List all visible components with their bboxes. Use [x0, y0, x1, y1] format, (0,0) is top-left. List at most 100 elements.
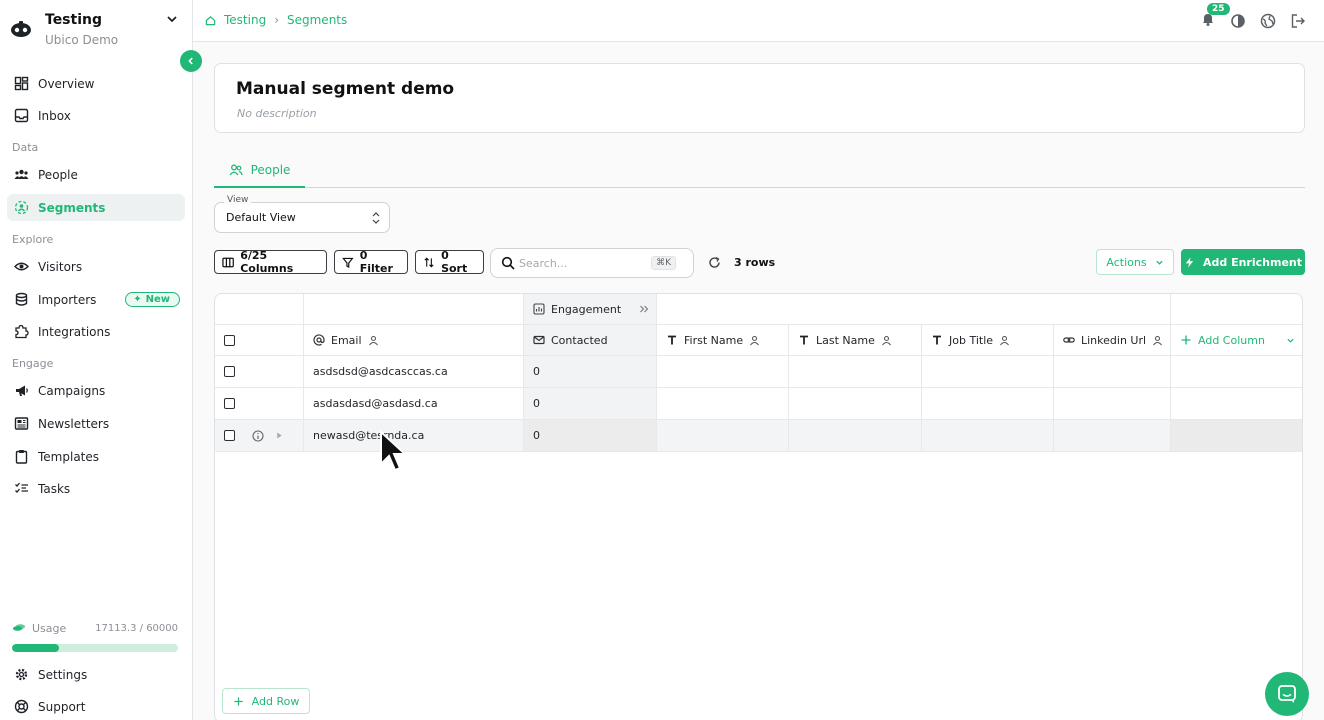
- row-checkbox[interactable]: [224, 366, 235, 377]
- theme-toggle-icon[interactable]: [1230, 13, 1246, 29]
- sidebar-item-integrations[interactable]: Integrations: [7, 318, 185, 345]
- sparkle-icon: ✦: [133, 294, 142, 305]
- add-enrichment-button[interactable]: Add Enrichment: [1181, 249, 1305, 275]
- breadcrumb-item-segments[interactable]: Segments: [287, 13, 347, 27]
- sidebar-item-label: Newsletters: [38, 416, 110, 431]
- add-row-button[interactable]: Add Row: [222, 688, 310, 714]
- actions-button[interactable]: Actions: [1096, 249, 1174, 275]
- column-header-contacted[interactable]: Contacted: [524, 325, 657, 356]
- usage-value: 17113.3 / 60000: [95, 622, 178, 634]
- job-title-cell[interactable]: [922, 420, 1054, 452]
- breadcrumb-item-testing[interactable]: Testing: [224, 13, 266, 27]
- megaphone-icon: [16, 385, 28, 396]
- row-checkbox[interactable]: [224, 398, 235, 409]
- section-label-engage: Engage: [12, 357, 54, 370]
- chat-launcher-button[interactable]: [1265, 672, 1309, 716]
- row-select-cell: [215, 356, 304, 388]
- group-header-blank: [657, 294, 1171, 325]
- email-cell[interactable]: asdsdsd@asdcasccas.ca: [304, 356, 524, 388]
- chevron-updown-icon: [372, 212, 380, 224]
- sidebar-item-settings[interactable]: Settings: [7, 661, 185, 688]
- person-icon: [750, 335, 760, 345]
- table-toolbar: 6/25 Columns 0 Filter 0 Sort ⌘K 3 rows A…: [214, 248, 1305, 278]
- sidebar-item-templates[interactable]: Templates: [7, 443, 185, 470]
- contacted-cell[interactable]: 0: [524, 420, 657, 452]
- puzzle-icon: [15, 324, 29, 339]
- logout-icon[interactable]: [1290, 13, 1306, 29]
- play-icon[interactable]: [275, 431, 284, 440]
- column-header-email[interactable]: Email: [304, 325, 524, 356]
- column-header-last-name[interactable]: Last Name: [789, 325, 922, 356]
- first-name-cell[interactable]: [657, 420, 789, 452]
- linkedin-url-cell[interactable]: [1054, 356, 1171, 388]
- sidebar-item-visitors[interactable]: Visitors: [7, 253, 185, 280]
- add-column-label: Add Column: [1198, 333, 1265, 347]
- search-input[interactable]: [519, 256, 649, 270]
- newspaper-icon: [14, 417, 29, 430]
- linkedin-url-cell[interactable]: [1054, 388, 1171, 420]
- contacted-cell[interactable]: 0: [524, 388, 657, 420]
- sidebar-item-label: Inbox: [38, 108, 71, 123]
- columns-button[interactable]: 6/25 Columns: [214, 249, 327, 275]
- inbox-icon: [14, 108, 29, 123]
- email-cell[interactable]: newasd@tesrnda.ca: [304, 420, 524, 452]
- section-label-data: Data: [12, 141, 39, 154]
- text-type-icon: [800, 335, 808, 345]
- last-name-cell[interactable]: [789, 388, 922, 420]
- sort-button[interactable]: 0 Sort: [415, 249, 484, 275]
- job-title-cell[interactable]: [922, 356, 1054, 388]
- sidebar-item-overview[interactable]: Overview: [7, 70, 185, 97]
- filter-button[interactable]: 0 Filter: [334, 249, 408, 275]
- job-title-cell[interactable]: [922, 388, 1054, 420]
- info-icon[interactable]: [252, 429, 264, 442]
- row-count: 3 rows: [734, 256, 776, 269]
- group-header-blank: [304, 294, 524, 325]
- sidebar-item-label: Overview: [38, 76, 95, 91]
- email-cell[interactable]: asdasdasd@asdasd.ca: [304, 388, 524, 420]
- last-name-cell[interactable]: [789, 356, 922, 388]
- section-label-explore: Explore: [12, 233, 54, 246]
- notifications-button[interactable]: 25: [1200, 3, 1230, 30]
- logo-icon: [11, 21, 31, 37]
- person-icon: [1153, 335, 1162, 345]
- expand-icon[interactable]: [638, 303, 650, 315]
- mouse-cursor-icon: [380, 430, 407, 472]
- sidebar-item-people[interactable]: People: [7, 161, 185, 188]
- empty-cell: [1171, 356, 1302, 388]
- sidebar-item-label: Segments: [38, 200, 106, 215]
- text-type-icon: [668, 335, 676, 345]
- first-name-cell[interactable]: [657, 356, 789, 388]
- refresh-icon[interactable]: [708, 256, 721, 269]
- view-select[interactable]: View Default View: [214, 195, 390, 233]
- sidebar-item-importers[interactable]: Importers ✦ New: [7, 286, 185, 313]
- plus-icon: [1181, 335, 1191, 345]
- column-header-linkedin-url[interactable]: Linkedin Url: [1054, 325, 1171, 356]
- group-header-engagement[interactable]: Engagement: [524, 294, 657, 325]
- column-header-first-name[interactable]: First Name: [657, 325, 789, 356]
- text-type-icon: [933, 335, 941, 345]
- linkedin-url-cell[interactable]: [1054, 420, 1171, 452]
- columns-button-label: 6/25 Columns: [240, 249, 294, 275]
- sidebar-item-campaigns[interactable]: Campaigns: [7, 377, 185, 404]
- select-all-checkbox[interactable]: [224, 334, 235, 346]
- sidebar-item-tasks[interactable]: Tasks: [7, 475, 185, 502]
- person-icon: [368, 335, 378, 345]
- first-name-cell[interactable]: [657, 388, 789, 420]
- collapse-sidebar-button[interactable]: [180, 50, 202, 72]
- dashboard-icon: [14, 76, 29, 91]
- workspace-switcher[interactable]: Testing Ubico Demo: [10, 10, 185, 50]
- sidebar-item-newsletters[interactable]: Newsletters: [7, 410, 185, 437]
- sidebar-item-inbox[interactable]: Inbox: [7, 102, 185, 129]
- usage-meter: Usage 17113.3 / 60000: [12, 620, 178, 652]
- last-name-cell[interactable]: [789, 420, 922, 452]
- add-enrichment-label: Add Enrichment: [1203, 255, 1302, 269]
- column-header-job-title[interactable]: Job Title: [922, 325, 1054, 356]
- globe-icon[interactable]: [1260, 13, 1276, 29]
- add-column-button[interactable]: Add Column: [1171, 325, 1302, 356]
- tab-people[interactable]: People: [214, 154, 305, 188]
- sidebar-item-support[interactable]: Support: [7, 693, 185, 720]
- contacted-cell[interactable]: 0: [524, 356, 657, 388]
- columns-icon: [222, 257, 234, 267]
- row-checkbox[interactable]: [224, 430, 235, 441]
- sidebar-item-segments[interactable]: Segments: [7, 194, 185, 221]
